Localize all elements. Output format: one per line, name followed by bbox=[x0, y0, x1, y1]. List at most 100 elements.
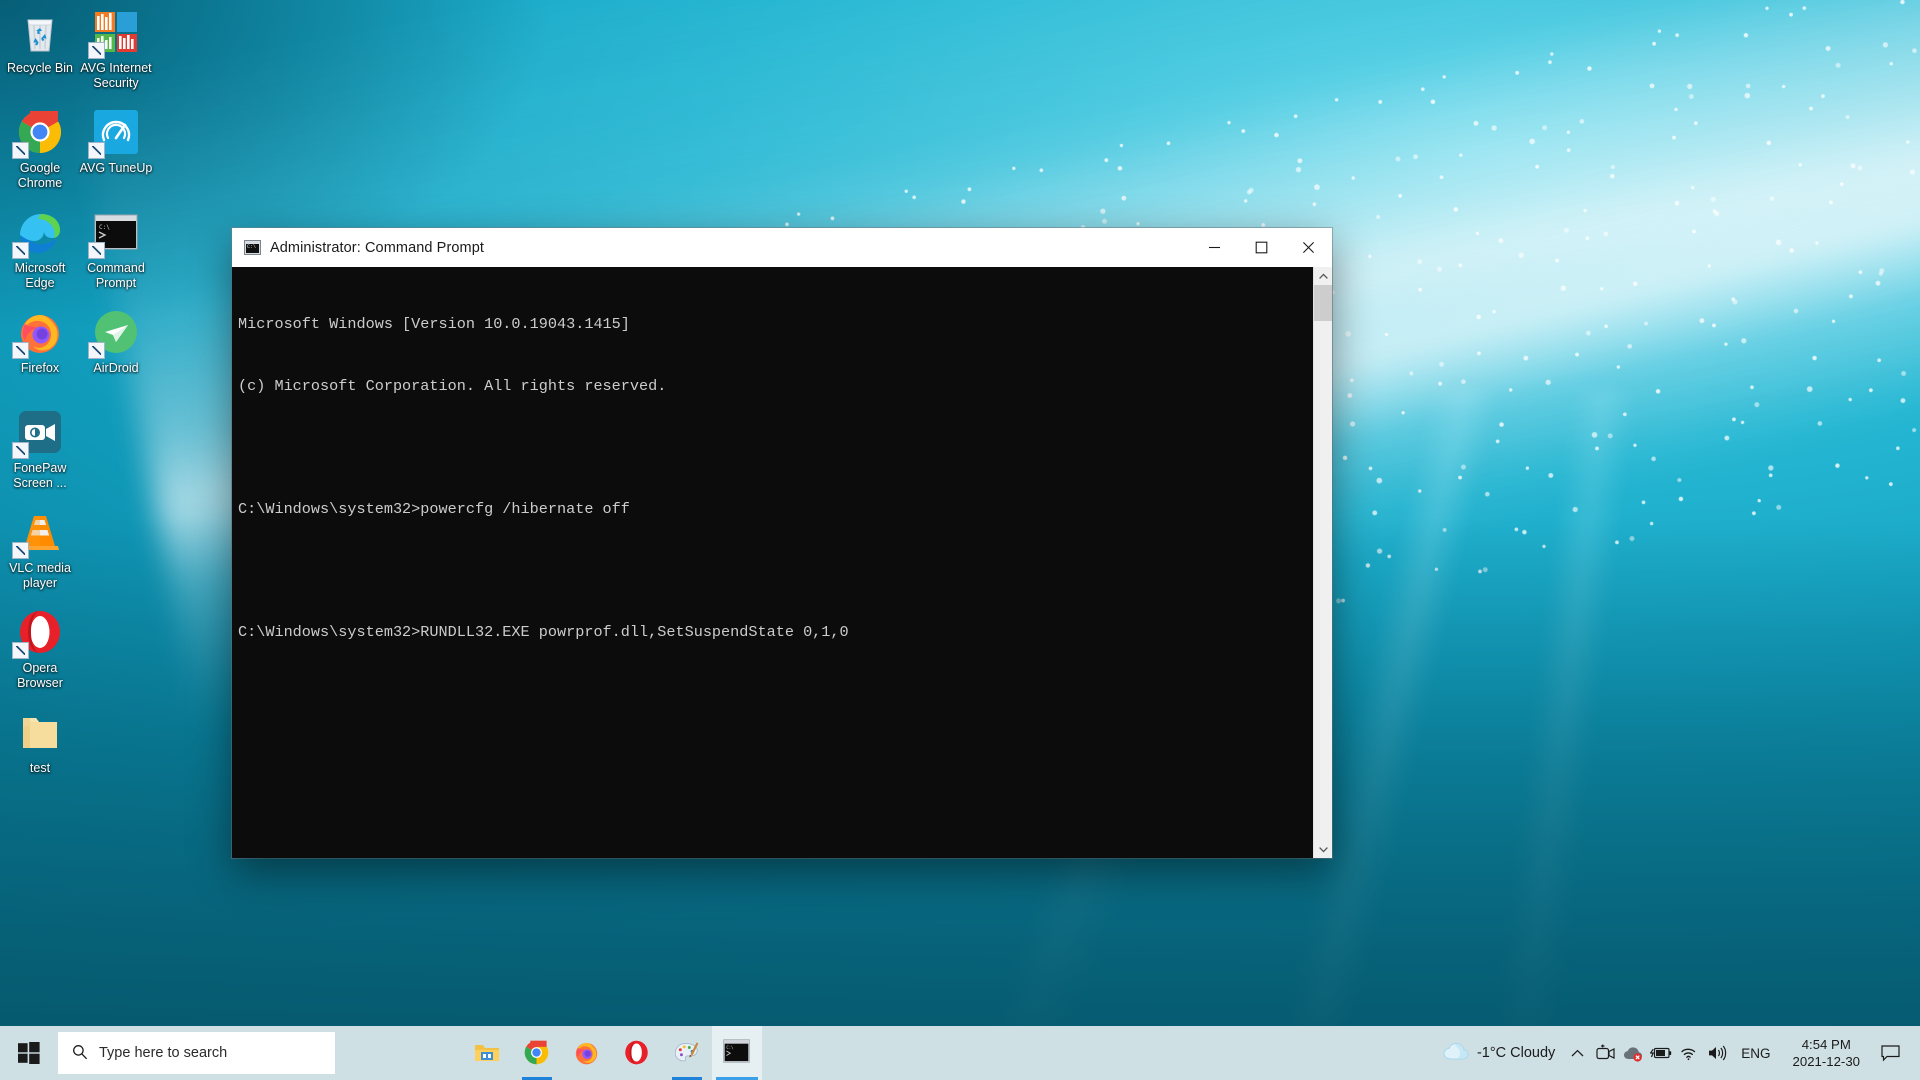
taskbar-item-file-explorer[interactable] bbox=[462, 1026, 512, 1080]
taskbar-item-google-chrome[interactable] bbox=[512, 1026, 562, 1080]
console-body[interactable]: Microsoft Windows [Version 10.0.19043.14… bbox=[232, 267, 1332, 858]
windows-logo-icon bbox=[18, 1042, 40, 1064]
microsoft-edge-icon bbox=[12, 208, 64, 259]
command-prompt-window[interactable]: Administrator: Command Prompt Mic bbox=[232, 228, 1332, 858]
desktop-icon-label: Recycle Bin bbox=[7, 61, 73, 75]
desktop-icon-microsoft-edge[interactable]: Microsoft Edge bbox=[2, 208, 78, 291]
console-line: C:\Windows\system32>RUNDLL32.EXE powrpro… bbox=[238, 622, 849, 641]
tray-volume-button[interactable] bbox=[1703, 1026, 1731, 1080]
window-title: Administrator: Command Prompt bbox=[270, 239, 485, 256]
desktop-icon-google-chrome[interactable]: Google Chrome bbox=[2, 108, 78, 191]
start-button[interactable] bbox=[0, 1026, 58, 1080]
desktop-icon-label: AirDroid bbox=[93, 361, 139, 375]
tray-battery-button[interactable] bbox=[1647, 1026, 1675, 1080]
shortcut-arrow-icon bbox=[12, 142, 29, 159]
minimize-button[interactable] bbox=[1191, 228, 1238, 267]
desktop-icon-grid: Recycle Bin AVG Internet Security Google… bbox=[0, 0, 170, 775]
maximize-button[interactable] bbox=[1238, 228, 1285, 267]
console-icon bbox=[244, 240, 261, 255]
desktop-icon-recycle-bin[interactable]: Recycle Bin bbox=[2, 8, 78, 76]
console-scrollbar[interactable] bbox=[1313, 267, 1332, 858]
desktop-icon-label: Google Chrome bbox=[17, 161, 63, 190]
recycle-bin-icon bbox=[16, 8, 64, 56]
weather-text: -1°C Cloudy bbox=[1476, 1045, 1556, 1061]
firefox-icon bbox=[573, 1039, 601, 1067]
file-explorer-icon bbox=[473, 1039, 501, 1067]
taskbar-apps: C:\ bbox=[462, 1026, 762, 1080]
avg-tuneup-icon bbox=[88, 108, 140, 159]
desktop-icon-label: test bbox=[29, 761, 51, 775]
search-icon bbox=[72, 1044, 88, 1063]
command-prompt-icon: C:\ bbox=[88, 208, 140, 259]
scrollbar-track[interactable] bbox=[1314, 285, 1332, 840]
avg-internet-security-icon bbox=[88, 8, 140, 59]
taskbar-item-paint[interactable] bbox=[662, 1026, 712, 1080]
taskbar-item-command-prompt[interactable]: C:\ bbox=[712, 1026, 762, 1080]
google-chrome-icon bbox=[12, 108, 64, 159]
desktop-icon-fonepaw-screen-recorder[interactable]: FonePaw Screen ... bbox=[2, 408, 78, 491]
desktop-icon-label: Command Prompt bbox=[87, 261, 145, 290]
desktop[interactable]: Recycle Bin AVG Internet Security Google… bbox=[0, 0, 1920, 1080]
desktop-icon-label: FonePaw Screen ... bbox=[13, 461, 67, 490]
paint-icon bbox=[673, 1039, 701, 1067]
shortcut-arrow-icon bbox=[88, 142, 105, 159]
scrollbar-thumb[interactable] bbox=[1314, 285, 1332, 321]
tray-overflow-button[interactable] bbox=[1563, 1026, 1591, 1080]
console-output[interactable]: Microsoft Windows [Version 10.0.19043.14… bbox=[232, 267, 1313, 858]
opera-icon bbox=[623, 1039, 651, 1067]
shortcut-arrow-icon bbox=[88, 242, 105, 259]
desktop-icon-avg-internet-security[interactable]: AVG Internet Security bbox=[78, 8, 154, 91]
notification-icon bbox=[1880, 1044, 1900, 1061]
shortcut-arrow-icon bbox=[12, 242, 29, 259]
desktop-icon-airdroid[interactable]: AirDroid bbox=[78, 308, 154, 376]
desktop-icon-test-folder[interactable]: test bbox=[2, 708, 78, 776]
scroll-up-icon[interactable] bbox=[1314, 267, 1332, 285]
window-titlebar[interactable]: Administrator: Command Prompt bbox=[232, 228, 1332, 267]
tray-network-button[interactable] bbox=[1675, 1026, 1703, 1080]
google-chrome-icon bbox=[523, 1039, 551, 1067]
desktop-icon-opera-browser[interactable]: Opera Browser bbox=[2, 608, 78, 691]
taskbar-item-firefox[interactable] bbox=[562, 1026, 612, 1080]
taskbar[interactable]: Type here to search C:\ -1°C Cloudy ENG … bbox=[0, 1026, 1920, 1080]
shortcut-arrow-icon bbox=[12, 642, 29, 659]
close-button[interactable] bbox=[1285, 228, 1332, 267]
shortcut-arrow-icon bbox=[88, 342, 105, 359]
opera-browser-icon bbox=[12, 608, 64, 659]
screen-recorder-icon bbox=[1596, 1044, 1615, 1060]
shortcut-arrow-icon bbox=[12, 342, 29, 359]
svg-text:C:\: C:\ bbox=[99, 224, 110, 231]
tray-avg-button[interactable] bbox=[1619, 1026, 1647, 1080]
command-prompt-icon: C:\ bbox=[723, 1039, 751, 1067]
system-tray: -1°C Cloudy ENG 4:54 PM 2021-12-30 bbox=[1437, 1026, 1920, 1080]
language-label: ENG bbox=[1741, 1045, 1771, 1061]
tray-language-button[interactable]: ENG bbox=[1731, 1026, 1780, 1080]
wifi-icon bbox=[1681, 1048, 1696, 1060]
cloud-icon bbox=[1443, 1042, 1469, 1065]
search-placeholder: Type here to search bbox=[99, 1045, 228, 1061]
firefox-icon bbox=[12, 308, 64, 359]
battery-charging-icon bbox=[1650, 1047, 1672, 1059]
notification-center-button[interactable] bbox=[1872, 1026, 1908, 1080]
vlc-media-player-icon bbox=[12, 508, 64, 559]
desktop-icon-avg-tuneup[interactable]: AVG TuneUp bbox=[78, 108, 154, 176]
taskbar-spacer bbox=[762, 1026, 1437, 1080]
search-input[interactable]: Type here to search bbox=[58, 1032, 335, 1074]
desktop-icon-label: Firefox bbox=[20, 361, 60, 375]
console-line: C:\Windows\system32>powercfg /hibernate … bbox=[238, 499, 630, 518]
scroll-down-icon[interactable] bbox=[1314, 840, 1332, 858]
desktop-icon-firefox[interactable]: Firefox bbox=[2, 308, 78, 376]
desktop-icon-vlc-media-player[interactable]: VLC media player bbox=[2, 508, 78, 591]
tray-screen-recorder-button[interactable] bbox=[1591, 1026, 1619, 1080]
taskbar-item-opera[interactable] bbox=[612, 1026, 662, 1080]
taskbar-clock[interactable]: 4:54 PM 2021-12-30 bbox=[1781, 1026, 1872, 1080]
folder-icon bbox=[16, 708, 64, 756]
shortcut-arrow-icon bbox=[12, 442, 29, 459]
desktop-icon-label: Opera Browser bbox=[17, 661, 63, 690]
fonepaw-screen-recorder-icon bbox=[12, 408, 64, 459]
shortcut-arrow-icon bbox=[88, 42, 105, 59]
show-desktop-button[interactable] bbox=[1908, 1026, 1916, 1080]
taskbar-weather[interactable]: -1°C Cloudy bbox=[1437, 1026, 1563, 1080]
desktop-icon-command-prompt[interactable]: C:\ Command Prompt bbox=[78, 208, 154, 291]
